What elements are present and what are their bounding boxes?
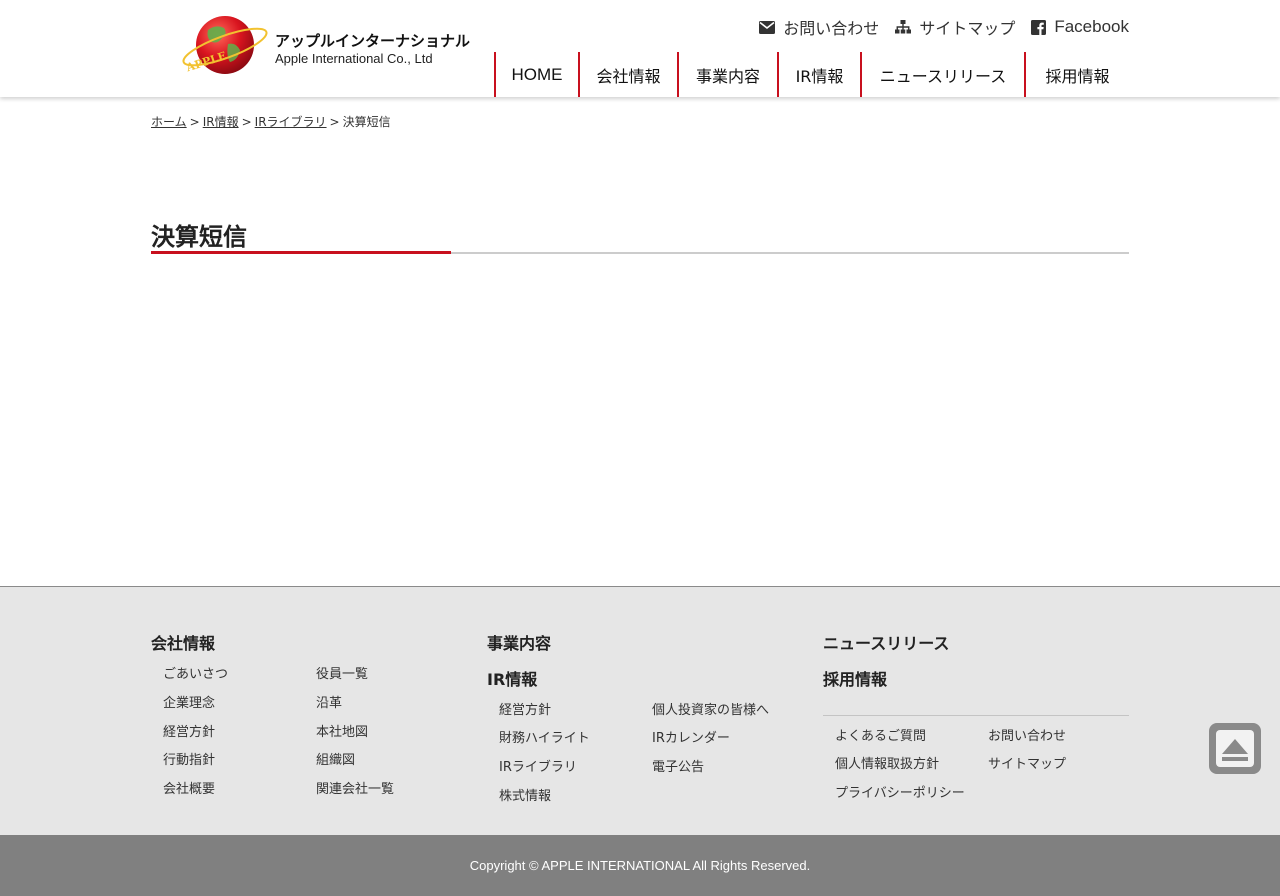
main-nav: HOME 会社情報 事業内容 IR情報 ニュースリリース 採用情報 [494, 52, 1129, 97]
mail-icon [759, 20, 776, 34]
breadcrumb-separator: > [329, 115, 340, 129]
footer-heading-business[interactable]: 事業内容 [487, 630, 551, 654]
nav-company[interactable]: 会社情報 [578, 52, 677, 97]
contact-link-label: お問い合わせ [783, 19, 880, 38]
title-underline-accent [151, 251, 451, 254]
nav-business[interactable]: 事業内容 [677, 52, 777, 97]
footer-link[interactable]: 関連会社一覧 [316, 778, 394, 797]
breadcrumb-separator: > [189, 115, 200, 129]
footer-heading-ir[interactable]: IR情報 [487, 666, 537, 690]
footer-link[interactable]: IRカレンダー [652, 727, 730, 746]
footer-link[interactable]: 組織図 [316, 749, 355, 768]
back-to-top-button[interactable] [1209, 723, 1261, 774]
footer-divider [823, 715, 1129, 716]
logo-text-japanese: アップルインターナショナル [275, 32, 471, 50]
footer-link[interactable]: 企業理念 [163, 692, 215, 711]
nav-news[interactable]: ニュースリリース [860, 52, 1024, 97]
copyright-text: Copyright © APPLE INTERNATIONAL All Righ… [469, 858, 811, 873]
sitemap-link-label: サイトマップ [919, 19, 1016, 38]
footer-link[interactable]: 電子公告 [652, 756, 704, 775]
utility-links: お問い合わせ サイトマップ Facebook [759, 15, 1129, 39]
breadcrumb-ir-library[interactable]: IRライブラリ [255, 115, 327, 129]
logo-text-english: Apple International Co., Ltd [275, 51, 433, 66]
company-logo-icon[interactable]: APPLE [180, 14, 270, 76]
facebook-link[interactable]: Facebook [1031, 17, 1129, 37]
sitemap-link[interactable]: サイトマップ [895, 15, 1015, 39]
footer-heading-company[interactable]: 会社情報 [151, 630, 215, 654]
footer-link[interactable]: 役員一覧 [316, 663, 368, 682]
footer-link[interactable]: IRライブラリ [499, 756, 577, 775]
sitemap-icon [895, 20, 912, 34]
footer-heading-news[interactable]: ニュースリリース [823, 630, 949, 654]
page-title: 決算短信 [151, 223, 247, 251]
footer-link[interactable]: 会社概要 [163, 778, 215, 797]
footer-link[interactable]: 経営方針 [499, 699, 551, 718]
footer-link[interactable]: 個人投資家の皆様へ [652, 699, 769, 718]
breadcrumb-separator: > [241, 115, 252, 129]
site-footer: 会社情報 ごあいさつ 企業理念 経営方針 行動指針 会社概要 役員一覧 沿革 本… [0, 586, 1280, 835]
footer-link[interactable]: プライバシーポリシー [835, 782, 965, 801]
footer-link[interactable]: お問い合わせ [988, 725, 1066, 744]
footer-link[interactable]: 行動指針 [163, 749, 215, 768]
footer-link[interactable]: よくあるご質問 [835, 725, 926, 744]
contact-link[interactable]: お問い合わせ [759, 15, 879, 39]
footer-link[interactable]: 本社地図 [316, 721, 368, 740]
copyright-bar: Copyright © APPLE INTERNATIONAL All Righ… [0, 835, 1280, 896]
footer-link[interactable]: ごあいさつ [163, 663, 228, 682]
footer-link[interactable]: 沿革 [316, 692, 342, 711]
footer-link[interactable]: 経営方針 [163, 721, 215, 740]
breadcrumb-current: 決算短信 [342, 115, 391, 129]
footer-link[interactable]: 財務ハイライト [499, 727, 590, 746]
footer-link[interactable]: サイトマップ [988, 753, 1066, 772]
nav-ir[interactable]: IR情報 [777, 52, 860, 97]
facebook-icon [1031, 19, 1047, 35]
breadcrumb-ir[interactable]: IR情報 [203, 115, 239, 129]
arrow-up-icon [1216, 730, 1254, 767]
nav-recruit[interactable]: 採用情報 [1024, 52, 1129, 97]
breadcrumb: ホーム > IR情報 > IRライブラリ > 決算短信 [151, 113, 391, 130]
footer-heading-recruit[interactable]: 採用情報 [823, 666, 887, 690]
site-header: APPLE アップルインターナショナル Apple International … [0, 0, 1280, 97]
nav-home[interactable]: HOME [494, 52, 578, 97]
footer-link[interactable]: 株式情報 [499, 785, 551, 804]
facebook-link-label: Facebook [1054, 17, 1129, 36]
breadcrumb-home[interactable]: ホーム [151, 115, 187, 129]
footer-link[interactable]: 個人情報取扱方針 [835, 753, 939, 772]
